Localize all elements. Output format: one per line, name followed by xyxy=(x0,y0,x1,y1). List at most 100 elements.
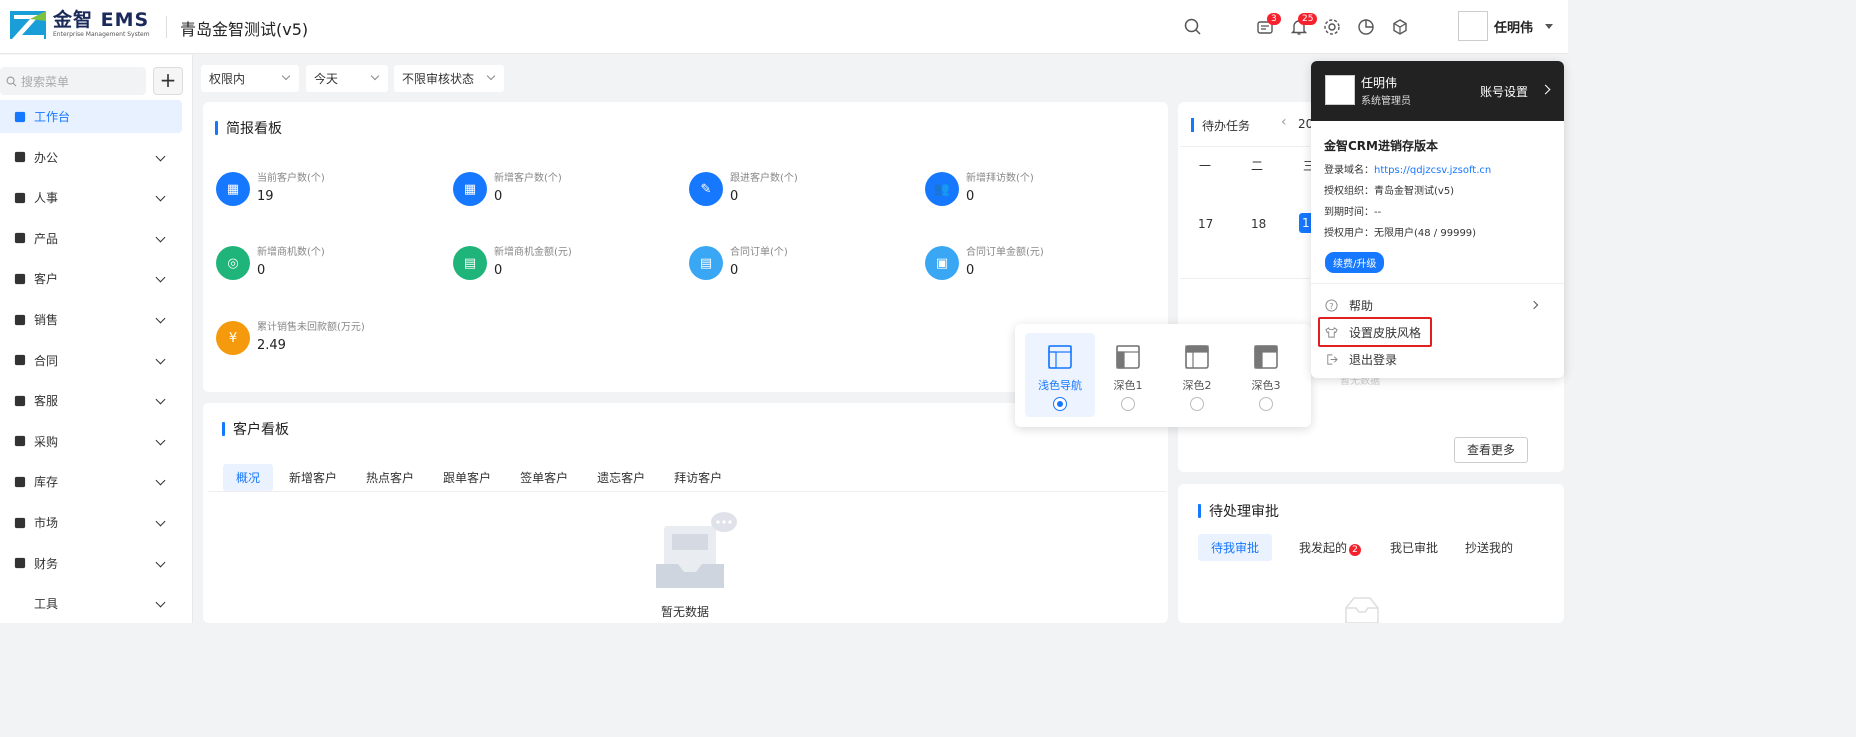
tab-customer-signed[interactable]: 签单客户 xyxy=(507,464,581,491)
stat-follow-customers[interactable]: ✎ 跟进客户数(个) 0 xyxy=(689,172,798,206)
domain-link[interactable]: https://qdjzcsv.jzsoft.cn xyxy=(1374,165,1491,176)
skin-option-dark-3[interactable]: 深色3 xyxy=(1231,333,1301,417)
sidebar-item-service[interactable]: 客服 xyxy=(0,384,182,417)
sidebar-item-label: 销售 xyxy=(34,313,59,327)
stat-new-opportunities[interactable]: ◎ 新增商机数(个) 0 xyxy=(216,246,325,280)
audit-filter-select[interactable]: 不限审核状态 xyxy=(394,65,504,92)
scope-filter-select[interactable]: 权限内 xyxy=(201,65,299,92)
sidebar-item-tools[interactable]: 工具 xyxy=(0,587,182,620)
logo[interactable]: 金智 EMS Enterprise Management System xyxy=(10,9,150,41)
sidebar-item-label: 客户 xyxy=(34,272,59,287)
sidebar-item-purchase[interactable]: 采购 xyxy=(0,425,182,458)
help-menu-item[interactable]: ? 帮助 xyxy=(1325,297,1373,314)
expire-row: 到期时间：-- xyxy=(1324,203,1381,218)
header-divider xyxy=(166,16,167,38)
search-icon xyxy=(6,76,17,86)
users-row: 授权用户：无限用户(48 / 99999) xyxy=(1324,224,1476,239)
renew-button[interactable]: 续费/升级 xyxy=(1325,252,1385,273)
cube-icon[interactable] xyxy=(1390,17,1410,37)
sidebar-item-label: 采购 xyxy=(34,434,59,449)
stat-current-customers[interactable]: ▦ 当前客户数(个) 19 xyxy=(216,172,325,206)
stat-contract-orders[interactable]: ▤ 合同订单(个) 0 xyxy=(689,246,788,280)
menu-search-input[interactable]: 搜索菜单 xyxy=(0,67,146,95)
calendar-day-today[interactable]: 1 xyxy=(1299,213,1311,233)
sidebar-item-customer[interactable]: 客户 xyxy=(0,262,182,295)
stat-value: 0 xyxy=(966,189,975,204)
tab-cc-me[interactable]: 抄送我的 xyxy=(1452,534,1526,561)
gear-icon[interactable] xyxy=(1322,17,1342,37)
tab-customer-overview[interactable]: 概况 xyxy=(223,464,274,491)
chevron-down-icon xyxy=(155,475,166,486)
org-value: 青岛金智测试(v5) xyxy=(1374,186,1455,197)
org-row: 授权组织：青岛金智测试(v5) xyxy=(1324,182,1454,197)
logout-label: 退出登录 xyxy=(1349,353,1398,367)
stat-icon: ▤ xyxy=(453,246,487,280)
tab-customer-hot[interactable]: 热点客户 xyxy=(353,464,427,491)
stat-value: 0 xyxy=(494,189,503,204)
sidebar-item-label: 人事 xyxy=(34,191,59,206)
skin-option-label: 深色2 xyxy=(1182,379,1212,392)
stat-new-customers[interactable]: ▦ 新增客户数(个) 0 xyxy=(453,172,562,206)
logout-icon xyxy=(1327,354,1338,365)
pie-chart-icon[interactable] xyxy=(1356,17,1376,37)
stat-new-visits[interactable]: 👥 新增拜访数(个) 0 xyxy=(925,172,1034,206)
calendar-day[interactable]: 17 xyxy=(1198,217,1213,231)
stat-contract-order-amount[interactable]: ▣ 合同订单金额(元) 0 xyxy=(925,246,1044,280)
radio-button[interactable] xyxy=(1053,397,1067,411)
sidebar-item-finance[interactable]: 财务 xyxy=(0,547,182,580)
help-label: 帮助 xyxy=(1349,299,1374,313)
stat-unpaid-sales[interactable]: ¥ 累计销售未回款额(万元) 2.49 xyxy=(216,321,365,355)
logout-menu-item[interactable]: 退出登录 xyxy=(1325,351,1397,368)
sidebar-item-market[interactable]: 市场 xyxy=(0,506,182,539)
approval-title: 待处理审批 xyxy=(1198,501,1279,521)
skin-option-label: 浅色导航 xyxy=(1038,379,1082,392)
user-popup-header: 任明伟 系统管理员 账号设置 xyxy=(1311,61,1564,121)
calendar-day[interactable]: 18 xyxy=(1251,217,1266,231)
date-filter-select[interactable]: 今天 xyxy=(306,65,388,92)
sidebar-item-contract[interactable]: 合同 xyxy=(0,344,182,377)
skin-option-light-nav[interactable]: 浅色导航 xyxy=(1025,333,1095,417)
calendar-prev-icon[interactable]: ‹ xyxy=(1281,114,1287,130)
sidebar-item-inventory[interactable]: 库存 xyxy=(0,465,182,498)
skin-option-label: 深色1 xyxy=(1113,379,1143,392)
contract-icon xyxy=(14,354,26,366)
stat-icon: ▦ xyxy=(453,172,487,206)
stat-new-opportunity-amount[interactable]: ▤ 新增商机金额(元) 0 xyxy=(453,246,572,280)
radio-button[interactable] xyxy=(1121,397,1135,411)
tab-customer-following[interactable]: 跟单客户 xyxy=(430,464,504,491)
expire-value: -- xyxy=(1374,207,1382,218)
tab-customer-forgotten[interactable]: 遗忘客户 xyxy=(584,464,658,491)
chevron-down-icon xyxy=(155,232,166,243)
tab-customer-new[interactable]: 新增客户 xyxy=(276,464,350,491)
skin-option-dark-1[interactable]: 深色1 xyxy=(1093,333,1163,417)
stat-icon: ▦ xyxy=(216,172,250,206)
skin-option-dark-2[interactable]: 深色2 xyxy=(1162,333,1232,417)
todo-title-marker xyxy=(1191,118,1194,132)
inventory-icon xyxy=(14,476,26,487)
radio-button[interactable] xyxy=(1190,397,1204,411)
sidebar-item-label: 办公 xyxy=(34,150,59,165)
account-settings-link[interactable]: 账号设置 xyxy=(1480,83,1528,100)
org-label: 授权组织： xyxy=(1324,186,1374,197)
search-icon[interactable] xyxy=(1183,17,1203,37)
sidebar-item-product[interactable]: 产品 xyxy=(0,222,182,255)
stat-label: 跟进客户数(个) xyxy=(730,173,798,184)
tab-pending-approval[interactable]: 待我审批 xyxy=(1198,534,1273,561)
sidebar-item-sales[interactable]: 销售 xyxy=(0,303,182,336)
tab-customer-visit[interactable]: 拜访客户 xyxy=(661,464,735,491)
headset-icon xyxy=(14,395,26,406)
add-button[interactable]: + xyxy=(153,67,183,95)
expire-label: 到期时间： xyxy=(1324,207,1374,218)
sidebar-item-label: 工作台 xyxy=(34,110,71,124)
radio-button[interactable] xyxy=(1259,397,1273,411)
sidebar-item-label: 产品 xyxy=(34,231,59,246)
sidebar-item-dashboard[interactable]: 工作台 xyxy=(0,100,182,133)
sidebar-item-hr[interactable]: 人事 xyxy=(0,181,182,214)
view-more-button[interactable]: 查看更多 xyxy=(1454,437,1528,463)
office-icon xyxy=(14,151,26,163)
tab-initiated[interactable]: 我发起的 2 xyxy=(1286,534,1374,561)
stat-value: 0 xyxy=(730,189,739,204)
user-menu-trigger[interactable]: 任明伟 xyxy=(1458,11,1554,41)
tab-approved[interactable]: 我已审批 xyxy=(1377,534,1451,561)
sidebar-item-office[interactable]: 办公 xyxy=(0,141,182,174)
